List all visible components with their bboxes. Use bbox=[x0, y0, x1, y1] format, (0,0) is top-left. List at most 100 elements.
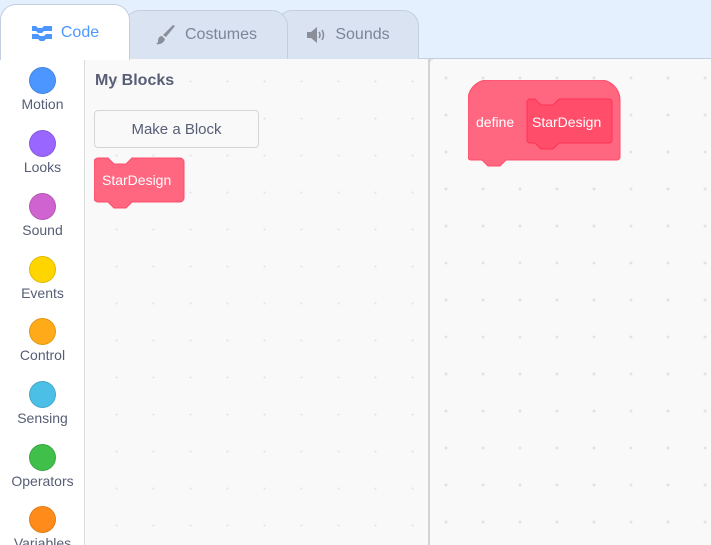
events-color-icon bbox=[29, 256, 56, 283]
grid-mark bbox=[629, 520, 633, 524]
grid-mark bbox=[518, 520, 522, 524]
grid-mark bbox=[444, 298, 448, 302]
grid-mark bbox=[703, 372, 707, 376]
category-sensing[interactable]: Sensing bbox=[0, 381, 85, 426]
grid-mark bbox=[703, 261, 707, 265]
grid-mark bbox=[592, 261, 596, 265]
category-menu: Motion Looks Sound Events Control Sensin… bbox=[0, 59, 85, 545]
grid-mark bbox=[444, 187, 448, 191]
grid-mark bbox=[481, 520, 485, 524]
grid-mark bbox=[444, 224, 448, 228]
grid-mark bbox=[481, 409, 485, 413]
grid-mark bbox=[629, 372, 633, 376]
category-label: Control bbox=[19, 347, 66, 363]
grid-mark bbox=[555, 335, 559, 339]
grid-mark bbox=[703, 224, 707, 228]
paintbrush-icon bbox=[155, 24, 177, 46]
grid-mark bbox=[444, 76, 448, 80]
grid-mark bbox=[555, 187, 559, 191]
grid-mark bbox=[518, 446, 522, 450]
grid-mark bbox=[703, 446, 707, 450]
category-label: Sound bbox=[22, 222, 63, 238]
grid-mark bbox=[629, 483, 633, 487]
grid-mark bbox=[444, 409, 448, 413]
sound-color-icon bbox=[29, 193, 56, 220]
category-sound[interactable]: Sound bbox=[0, 193, 85, 238]
define-keyword: define bbox=[476, 114, 514, 130]
script-workspace[interactable]: define StarDesign bbox=[430, 59, 711, 545]
grid-mark bbox=[481, 372, 485, 376]
category-events[interactable]: Events bbox=[0, 256, 85, 301]
grid-mark bbox=[703, 187, 707, 191]
grid-mark bbox=[444, 520, 448, 524]
grid-mark bbox=[481, 483, 485, 487]
grid-mark bbox=[703, 483, 707, 487]
grid-mark bbox=[629, 187, 633, 191]
grid-mark bbox=[518, 409, 522, 413]
grid-mark bbox=[703, 150, 707, 154]
grid-mark bbox=[629, 113, 633, 117]
make-a-block-button[interactable]: Make a Block bbox=[94, 110, 259, 148]
grid-mark bbox=[555, 298, 559, 302]
category-operators[interactable]: Operators bbox=[0, 444, 85, 489]
grid-mark bbox=[481, 446, 485, 450]
prototype-block[interactable]: StarDesign bbox=[526, 98, 613, 150]
grid-mark bbox=[555, 224, 559, 228]
grid-mark bbox=[518, 335, 522, 339]
tab-sounds[interactable]: Sounds bbox=[276, 10, 419, 59]
grid-mark bbox=[592, 520, 596, 524]
grid-mark bbox=[444, 261, 448, 265]
grid-mark bbox=[518, 187, 522, 191]
category-variables[interactable]: Variables bbox=[0, 506, 85, 545]
grid-mark bbox=[666, 76, 670, 80]
tab-code[interactable]: Code bbox=[0, 4, 130, 60]
grid-mark bbox=[592, 409, 596, 413]
grid-mark bbox=[703, 298, 707, 302]
grid-mark bbox=[629, 446, 633, 450]
grid-mark bbox=[518, 298, 522, 302]
category-control[interactable]: Control bbox=[0, 318, 85, 363]
category-label: Operators bbox=[11, 473, 74, 489]
category-looks[interactable]: Looks bbox=[0, 130, 85, 175]
grid-mark bbox=[666, 150, 670, 154]
grid-mark bbox=[555, 483, 559, 487]
grid-mark bbox=[703, 520, 707, 524]
grid-mark bbox=[703, 76, 707, 80]
grid-mark bbox=[444, 483, 448, 487]
grid-mark bbox=[629, 76, 633, 80]
grid-mark bbox=[481, 261, 485, 265]
variables-color-icon bbox=[29, 506, 56, 533]
grid-mark bbox=[666, 520, 670, 524]
tab-costumes-label: Costumes bbox=[184, 26, 258, 43]
grid-mark bbox=[481, 224, 485, 228]
grid-mark bbox=[666, 113, 670, 117]
category-motion[interactable]: Motion bbox=[0, 67, 85, 112]
stardesign-palette-block[interactable]: StarDesign bbox=[93, 157, 186, 218]
category-label: Looks bbox=[23, 159, 62, 175]
tab-costumes[interactable]: Costumes bbox=[124, 10, 288, 59]
grid-mark bbox=[592, 224, 596, 228]
grid-mark bbox=[444, 150, 448, 154]
grid-mark bbox=[481, 298, 485, 302]
grid-mark bbox=[481, 335, 485, 339]
speaker-icon bbox=[305, 26, 327, 44]
grid-mark bbox=[629, 224, 633, 228]
code-blocks-icon bbox=[31, 25, 53, 41]
grid-mark bbox=[444, 446, 448, 450]
grid-mark bbox=[666, 187, 670, 191]
looks-color-icon bbox=[29, 130, 56, 157]
grid-mark bbox=[518, 224, 522, 228]
grid-mark bbox=[666, 298, 670, 302]
grid-mark bbox=[592, 187, 596, 191]
grid-mark bbox=[518, 483, 522, 487]
define-block[interactable]: define StarDesign bbox=[467, 79, 624, 175]
grid-mark bbox=[703, 113, 707, 117]
grid-mark bbox=[592, 372, 596, 376]
grid-mark bbox=[555, 409, 559, 413]
grid-mark bbox=[666, 335, 670, 339]
grid-mark bbox=[444, 335, 448, 339]
prototype-label: StarDesign bbox=[532, 114, 601, 130]
grid-mark bbox=[444, 372, 448, 376]
grid-mark bbox=[703, 409, 707, 413]
grid-mark bbox=[444, 113, 448, 117]
